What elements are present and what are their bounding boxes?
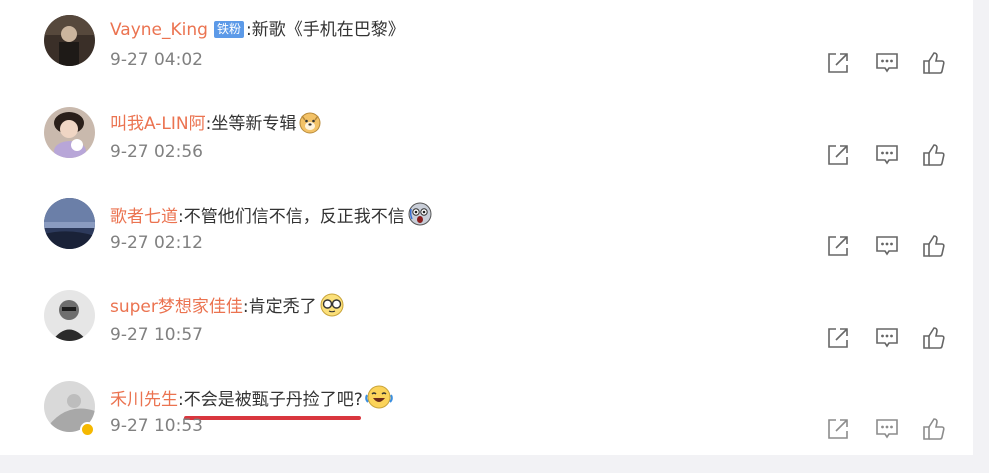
comment-actions — [826, 234, 948, 258]
comment-text: :不会是被甄子丹捡了吧? — [178, 390, 363, 410]
username-link[interactable]: 叫我A-LIN阿 — [110, 114, 206, 134]
comment-text: :不管他们信不信，反正我不信 — [178, 207, 405, 227]
comment-actions — [826, 143, 948, 167]
comment-item: Vayne_King 铁粉:新歌《手机在巴黎》 9-27 04:02 — [0, 15, 973, 107]
comment-item: super梦想家佳佳:肯定秃了 9-27 10:57 — [0, 290, 973, 382]
comment-line: Vayne_King 铁粉:新歌《手机在巴黎》 — [110, 18, 405, 42]
thumbs-up-icon — [923, 418, 945, 440]
comment-line: 歌者七道:不管他们信不信，反正我不信 — [110, 201, 433, 227]
comment-line: 叫我A-LIN阿:坐等新专辑 — [110, 110, 322, 134]
share-icon — [828, 236, 848, 256]
share-button[interactable] — [826, 417, 850, 441]
reply-button[interactable] — [875, 326, 899, 350]
share-button[interactable] — [826, 143, 850, 167]
share-button[interactable] — [826, 51, 850, 75]
comment-icon — [876, 236, 898, 256]
comment-item: 歌者七道:不管他们信不信，反正我不信 9-27 02:12 — [0, 198, 973, 290]
share-icon — [828, 53, 848, 73]
avatar[interactable] — [44, 290, 95, 341]
verified-badge — [80, 422, 95, 437]
share-button[interactable] — [826, 326, 850, 350]
reply-button[interactable] — [875, 143, 899, 167]
username-link[interactable]: 歌者七道 — [110, 207, 178, 227]
like-button[interactable] — [922, 234, 946, 258]
comment-icon — [876, 53, 898, 73]
comment-time: 9-27 02:56 — [110, 142, 203, 162]
share-button[interactable] — [826, 234, 850, 258]
avatar[interactable] — [44, 198, 95, 249]
doge-emoji — [298, 110, 322, 141]
share-icon — [828, 328, 848, 348]
avatar[interactable] — [44, 15, 95, 66]
comment-time: 9-27 02:12 — [110, 233, 203, 253]
share-icon — [828, 145, 848, 165]
highlighted-comment: :不会是被甄子丹捡了吧? — [178, 388, 363, 420]
username-link[interactable]: Vayne_King — [110, 20, 208, 40]
comment-line: super梦想家佳佳:肯定秃了 — [110, 293, 345, 317]
like-button[interactable] — [922, 143, 946, 167]
comment-time: 9-27 10:53 — [110, 416, 203, 436]
comment-text: :坐等新专辑 — [205, 114, 297, 134]
red-underline-mark — [184, 416, 361, 420]
comment-item: 叫我A-LIN阿:坐等新专辑 9-27 02:56 — [0, 107, 973, 199]
thumbs-up-icon — [923, 235, 945, 257]
scared-emoji — [407, 201, 433, 234]
fan-badge: 铁粉 — [213, 21, 244, 38]
comment-time: 9-27 10:57 — [110, 325, 203, 345]
reply-button[interactable] — [875, 51, 899, 75]
comment-icon — [876, 328, 898, 348]
reply-button[interactable] — [875, 234, 899, 258]
like-button[interactable] — [922, 51, 946, 75]
comment-item: 禾川先生:不会是被甄子丹捡了吧? 9-27 10:53 — [0, 381, 973, 473]
comment-time: 9-27 04:02 — [110, 50, 203, 70]
comment-text: :肯定秃了 — [242, 297, 317, 317]
comment-line: 禾川先生:不会是被甄子丹捡了吧? — [110, 384, 393, 420]
reply-button[interactable] — [875, 417, 899, 441]
glasses-emoji — [319, 293, 345, 324]
thumbs-up-icon — [923, 52, 945, 74]
thumbs-up-icon — [923, 144, 945, 166]
comment-actions — [826, 51, 948, 75]
like-button[interactable] — [922, 417, 946, 441]
comment-list: Vayne_King 铁粉:新歌《手机在巴黎》 9-27 04:02 叫我A-… — [0, 0, 973, 455]
username-link[interactable]: 禾川先生 — [110, 390, 178, 410]
share-icon — [828, 419, 848, 439]
comment-icon — [876, 419, 898, 439]
like-button[interactable] — [922, 326, 946, 350]
username-link[interactable]: super梦想家佳佳 — [110, 297, 243, 317]
laugh-cry-emoji — [364, 384, 393, 417]
thumbs-up-icon — [923, 327, 945, 349]
comment-actions — [826, 417, 948, 441]
comment-actions — [826, 326, 948, 350]
comment-text: :新歌《手机在巴黎》 — [245, 20, 405, 40]
comment-icon — [876, 145, 898, 165]
avatar[interactable] — [44, 107, 95, 158]
